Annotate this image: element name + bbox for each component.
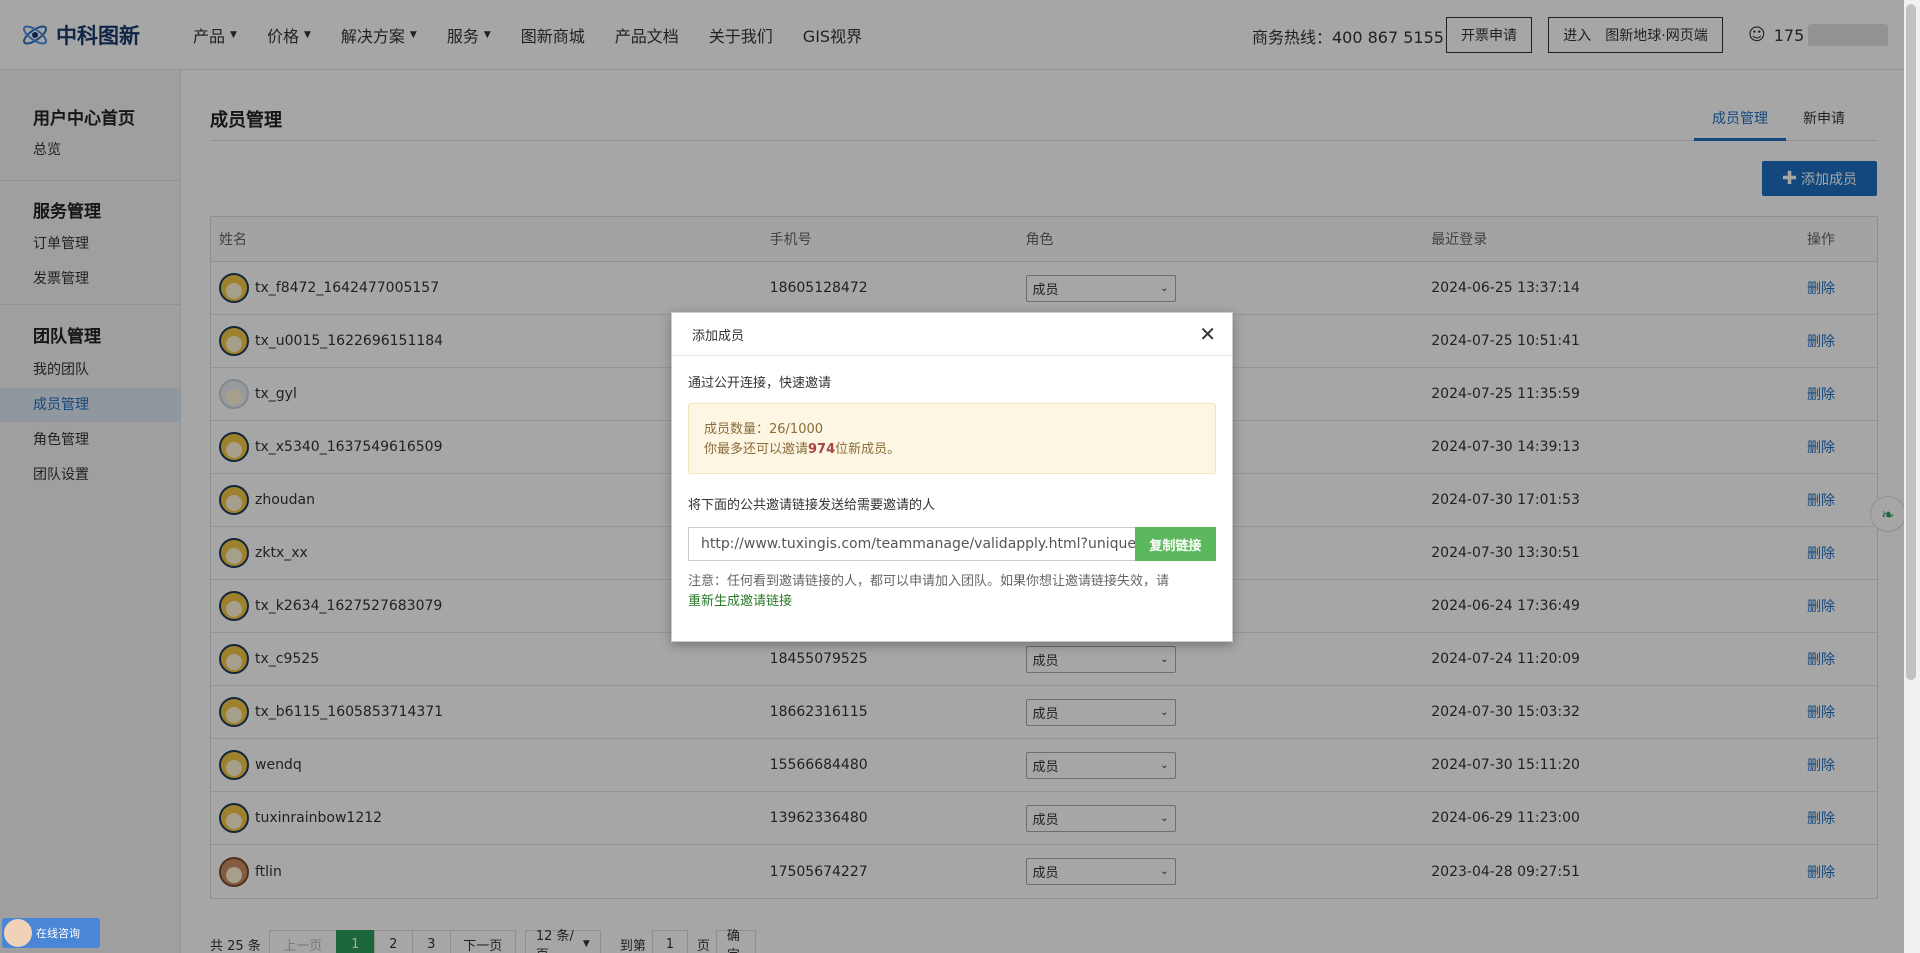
invite-link-input[interactable]: http://www.tuxingis.com/teammanage/valid…: [688, 527, 1135, 561]
add-member-dialog: 添加成员 ✕ 通过公开连接，快速邀请 成员数量：26/1000 你最多还可以邀请…: [671, 312, 1233, 642]
invite-link-row: http://www.tuxingis.com/teammanage/valid…: [688, 527, 1216, 561]
close-icon[interactable]: ✕: [1199, 322, 1216, 346]
dialog-body: 通过公开连接，快速邀请 成员数量：26/1000 你最多还可以邀请974位新成员…: [672, 372, 1232, 612]
dialog-title: 添加成员: [692, 328, 745, 344]
dialog-header: 添加成员 ✕: [672, 313, 1232, 356]
remaining-invites: 你最多还可以邀请974位新成员。: [704, 442, 901, 457]
send-link-hint: 将下面的公共邀请链接发送给需要邀请的人: [688, 498, 936, 513]
scrollbar-thumb[interactable]: [1906, 4, 1916, 680]
member-count: 成员数量：26/1000: [704, 422, 824, 437]
copy-link-button[interactable]: 复制链接: [1134, 527, 1216, 561]
invite-intro: 通过公开连接，快速邀请: [688, 376, 832, 391]
invite-warning: 注意：任何看到邀请链接的人，都可以申请加入团队。如果你想让邀请链接失效，请 重新…: [688, 574, 1170, 609]
agent-avatar: [4, 919, 32, 947]
member-quota-box: 成员数量：26/1000 你最多还可以邀请974位新成员。: [688, 403, 1216, 474]
online-chat-button[interactable]: 在线咨询: [2, 918, 100, 948]
regenerate-link[interactable]: 重新生成邀请链接: [688, 594, 792, 609]
